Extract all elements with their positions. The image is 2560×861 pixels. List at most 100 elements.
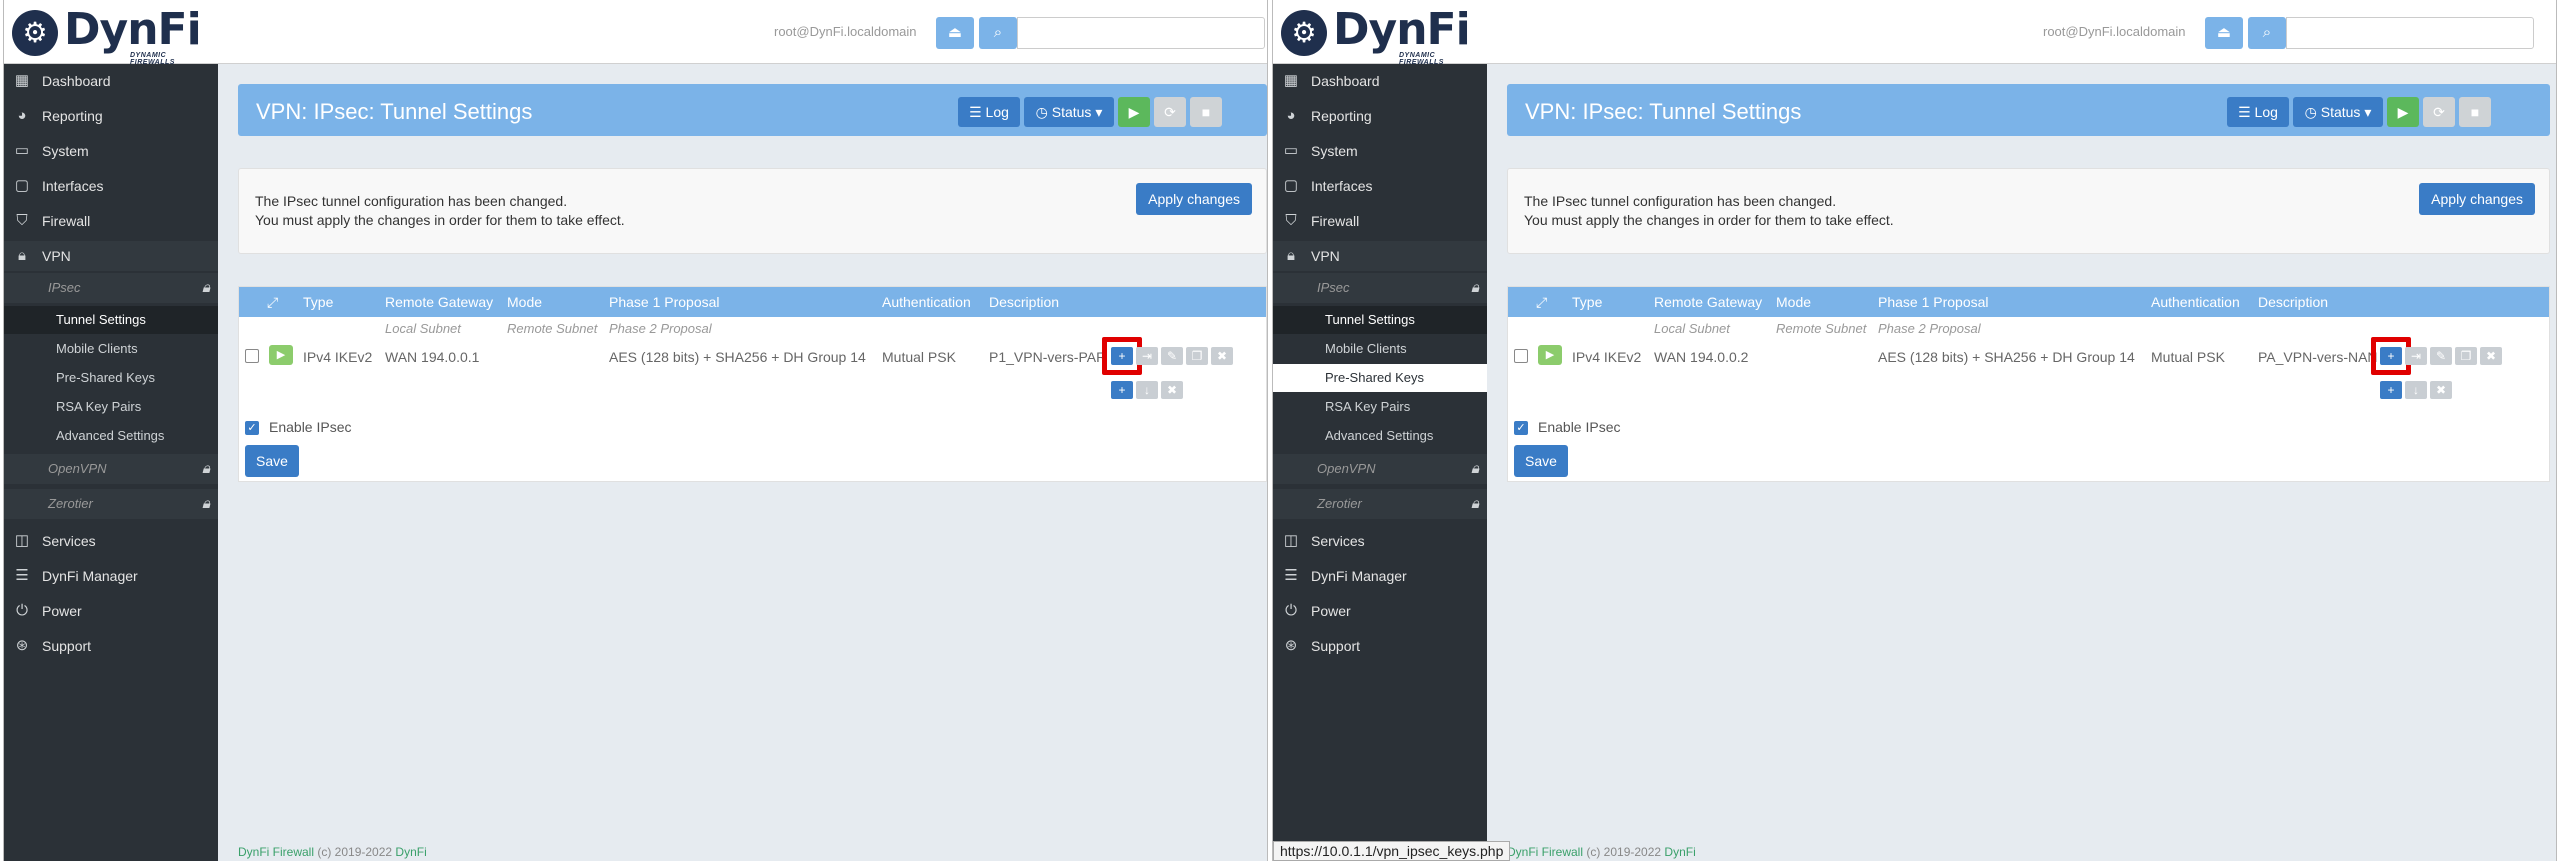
delete-selected-button[interactable]: ✖: [1161, 381, 1183, 399]
nav-services[interactable]: ◫ Services: [1273, 526, 1487, 556]
nav-power[interactable]: ⏻ Power: [4, 596, 218, 626]
move-button[interactable]: ⇥: [1136, 347, 1158, 365]
tunnel-status-icon[interactable]: ▶: [1538, 345, 1562, 365]
stop-service-button[interactable]: ■: [2459, 97, 2491, 127]
nav-openvpn[interactable]: OpenVPN 🔒︎: [1273, 454, 1487, 484]
log-button[interactable]: ☰ Log: [958, 97, 1020, 127]
footer-dynfi-link[interactable]: DynFi: [1664, 845, 1695, 859]
tunnel-status-icon[interactable]: ▶: [269, 345, 293, 365]
start-service-button[interactable]: ▶: [1118, 97, 1150, 127]
nav-services[interactable]: ◫ Services: [4, 526, 218, 556]
plus-icon: +: [2387, 383, 2395, 397]
lock-icon: 🔒︎: [202, 460, 210, 477]
page-title: VPN: IPsec: Tunnel Settings: [1525, 99, 1802, 124]
row-select-checkbox[interactable]: [245, 349, 259, 363]
move-down-button[interactable]: ↓: [2405, 381, 2427, 399]
nav-reporting[interactable]: ◕ Reporting: [4, 101, 218, 131]
clone-button[interactable]: ❐: [2455, 347, 2477, 365]
search-input[interactable]: [2286, 17, 2534, 49]
footer-dynfi-firewall-link[interactable]: DynFi Firewall: [1507, 845, 1583, 859]
move-button[interactable]: ⇥: [2405, 347, 2427, 365]
footer-dynfi-link[interactable]: DynFi: [395, 845, 426, 859]
nav-ipsec[interactable]: IPsec 🔒︎: [1273, 273, 1487, 303]
nav-power[interactable]: ⏻ Power: [1273, 596, 1487, 626]
expand-icon[interactable]: ⤢: [1536, 294, 1547, 311]
nav-zerotier[interactable]: Zerotier 🔒︎: [1273, 489, 1487, 519]
apply-changes-button[interactable]: Apply changes: [1136, 183, 1252, 215]
changes-alert: The IPsec tunnel configuration has been …: [1507, 168, 2550, 254]
alert-line-1: The IPsec tunnel configuration has been …: [1524, 193, 1837, 209]
services-icon: ◫: [14, 532, 30, 549]
nav-openvpn[interactable]: OpenVPN 🔒︎: [4, 454, 218, 484]
delete-button[interactable]: ✖: [1211, 347, 1233, 365]
log-button[interactable]: ☰ Log: [2227, 97, 2289, 127]
edit-button[interactable]: ✎: [1161, 347, 1183, 365]
nav-support[interactable]: ⊛ Support: [4, 631, 218, 661]
add-button[interactable]: +: [1111, 381, 1133, 399]
footer-dynfi-firewall-link[interactable]: DynFi Firewall: [238, 845, 314, 859]
row-select-checkbox[interactable]: [1514, 349, 1528, 363]
edit-button[interactable]: ✎: [2430, 347, 2452, 365]
browser-pane-left: ⚙ DynFi DYNAMIC FIREWALLS root@DynFi.loc…: [3, 0, 1268, 861]
apply-changes-button[interactable]: Apply changes: [2419, 183, 2535, 215]
logout-button[interactable]: ⏏: [2205, 17, 2243, 49]
dynfi-logo[interactable]: ⚙ DynFi DYNAMIC FIREWALLS: [1281, 6, 1481, 66]
stop-service-button[interactable]: ■: [1190, 97, 1222, 127]
nav-firewall[interactable]: ⛉ Firewall: [1273, 206, 1487, 236]
move-down-button[interactable]: ↓: [1136, 381, 1158, 399]
nav-dashboard[interactable]: ▦ Dashboard: [1273, 66, 1487, 96]
nav-advanced-settings[interactable]: Advanced Settings: [1273, 422, 1487, 450]
nav-tunnel-settings[interactable]: Tunnel Settings: [4, 306, 218, 334]
enable-ipsec-checkbox[interactable]: ✓: [1514, 421, 1528, 435]
delete-button[interactable]: ✖: [2480, 347, 2502, 365]
nav-firewall[interactable]: ⛉ Firewall: [4, 206, 218, 236]
nav-system[interactable]: ▭ System: [1273, 136, 1487, 166]
nav-zerotier[interactable]: Zerotier 🔒︎: [4, 489, 218, 519]
shield-icon: ⛉: [1285, 212, 1297, 229]
save-button[interactable]: Save: [1514, 445, 1568, 477]
search-button[interactable]: ⌕: [2248, 17, 2286, 49]
expand-icon[interactable]: ⤢: [267, 294, 278, 311]
nav-dynfi-manager[interactable]: ☰ DynFi Manager: [4, 561, 218, 591]
nav-reporting[interactable]: ◕ Reporting: [1273, 101, 1487, 131]
octopus-logo-icon: ⚙: [1281, 10, 1327, 56]
nav-vpn[interactable]: 🔒︎ VPN: [1273, 241, 1487, 271]
status-dropdown[interactable]: ◷ Status ▾: [2293, 97, 2383, 127]
user-label[interactable]: root@DynFi.localdomain: [2043, 24, 2186, 39]
top-navbar: ⚙ DynFi DYNAMIC FIREWALLS root@DynFi.loc…: [1273, 0, 2556, 66]
nav-tunnel-settings[interactable]: Tunnel Settings: [1273, 306, 1487, 334]
nav-pre-shared-keys[interactable]: Pre-Shared Keys: [4, 364, 218, 392]
nav-vpn[interactable]: 🔒︎ VPN: [4, 241, 218, 271]
save-button[interactable]: Save: [245, 445, 299, 477]
restart-service-button[interactable]: ⟳: [1154, 97, 1186, 127]
nav-pre-shared-keys[interactable]: Pre-Shared Keys: [1273, 364, 1487, 392]
nav-support[interactable]: ⊛ Support: [1273, 631, 1487, 661]
dynfi-logo[interactable]: ⚙ DynFi DYNAMIC FIREWALLS: [12, 6, 212, 66]
nav-dashboard[interactable]: ▦ Dashboard: [4, 66, 218, 96]
nav-interfaces[interactable]: ▢ Interfaces: [4, 171, 218, 201]
logout-button[interactable]: ⏏: [936, 17, 974, 49]
nav-system[interactable]: ▭ System: [4, 136, 218, 166]
enable-ipsec-checkbox[interactable]: ✓: [245, 421, 259, 435]
status-dropdown[interactable]: ◷ Status ▾: [1024, 97, 1114, 127]
nav-dynfi-manager[interactable]: ☰ DynFi Manager: [1273, 561, 1487, 591]
search-input[interactable]: [1017, 17, 1265, 49]
clone-button[interactable]: ❐: [1186, 347, 1208, 365]
delete-selected-button[interactable]: ✖: [2430, 381, 2452, 399]
lock-icon: 🔒︎: [1287, 247, 1295, 264]
nav-ipsec[interactable]: IPsec 🔒︎: [4, 273, 218, 303]
nav-rsa-key-pairs[interactable]: RSA Key Pairs: [1273, 393, 1487, 421]
nav-interfaces[interactable]: ▢ Interfaces: [1273, 171, 1487, 201]
search-button[interactable]: ⌕: [979, 17, 1017, 49]
cell-phase1: AES (128 bits) + SHA256 + DH Group 14: [1878, 349, 2135, 365]
nav-advanced-settings[interactable]: Advanced Settings: [4, 422, 218, 450]
nav-rsa-key-pairs[interactable]: RSA Key Pairs: [4, 393, 218, 421]
cell-type: IPv4 IKEv2: [1572, 349, 1642, 365]
restart-service-button[interactable]: ⟳: [2423, 97, 2455, 127]
start-service-button[interactable]: ▶: [2387, 97, 2419, 127]
main-content: VPN: IPsec: Tunnel Settings ☰ Log ◷ Stat…: [218, 64, 1267, 861]
user-label[interactable]: root@DynFi.localdomain: [774, 24, 917, 39]
add-button[interactable]: +: [2380, 381, 2402, 399]
nav-mobile-clients[interactable]: Mobile Clients: [4, 335, 218, 363]
nav-mobile-clients[interactable]: Mobile Clients: [1273, 335, 1487, 363]
